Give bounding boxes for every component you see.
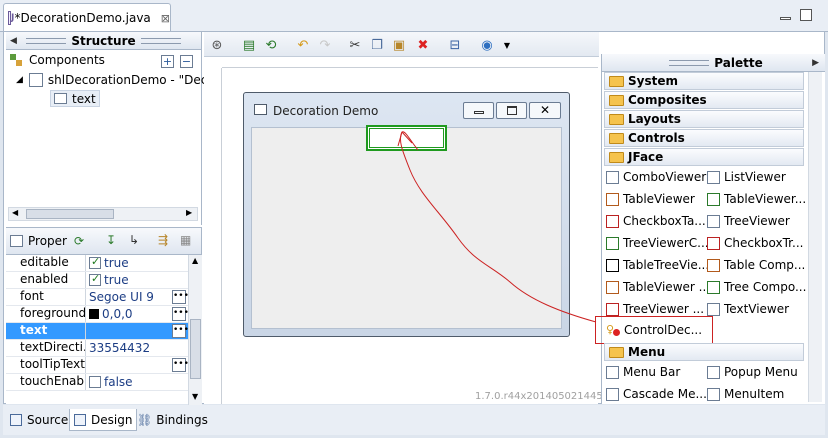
drag-path-line	[399, 131, 597, 323]
tab-label: Bindings	[156, 413, 208, 427]
tab-label: Source	[27, 413, 69, 427]
bindings-icon: ⛓	[137, 413, 153, 427]
source-icon	[10, 414, 22, 426]
tab-label: Design	[91, 412, 133, 427]
design-icon	[74, 413, 86, 426]
tab-source[interactable]: Source	[6, 409, 72, 431]
drag-path-annotation	[397, 131, 597, 323]
tab-design[interactable]: Design	[69, 409, 138, 431]
tab-bindings[interactable]: ⛓ Bindings	[133, 409, 212, 431]
